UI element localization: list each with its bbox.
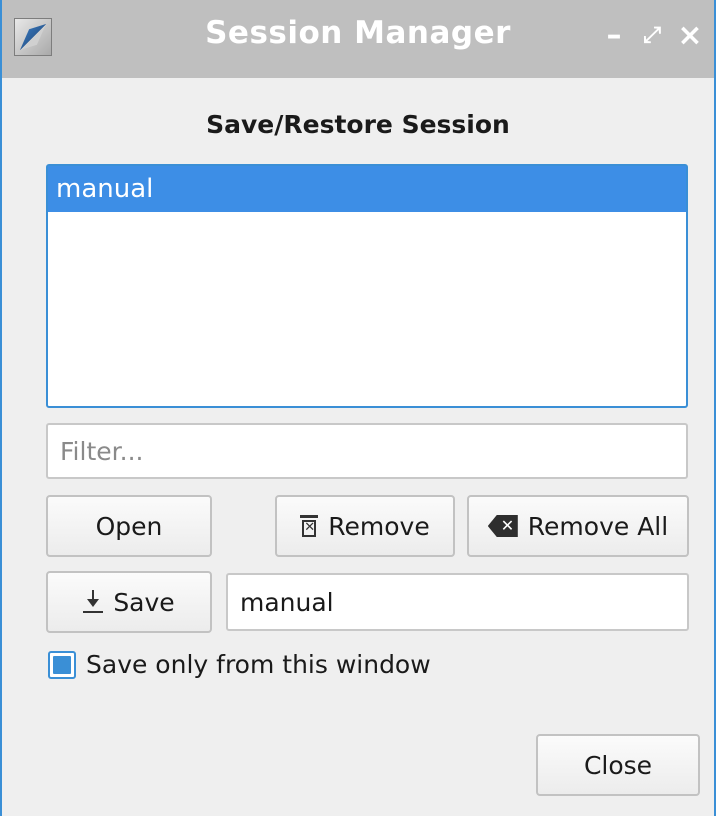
remove-all-button-label: Remove All [527, 511, 669, 541]
open-button-label: Open [95, 511, 163, 541]
save-only-window-option[interactable]: Save only from this window [48, 650, 431, 679]
save-button[interactable]: Save [46, 571, 212, 633]
close-button-label: Close [583, 750, 653, 780]
session-name-input[interactable] [228, 575, 632, 629]
save-only-window-checkbox[interactable] [48, 650, 76, 679]
save-button-label: Save [113, 587, 175, 617]
remove-button-label: Remove [328, 511, 430, 541]
titlebar[interactable]: Session Manager – ⤢ × [2, 0, 714, 78]
dialog-heading: Save/Restore Session [206, 110, 510, 139]
session-manager-window: Session Manager – ⤢ × Save/Restore Sessi… [0, 0, 716, 816]
maximize-button[interactable]: ⤢ [632, 16, 672, 56]
clear-input-button[interactable]: ✕ [646, 591, 672, 611]
remove-all-button[interactable]: ✕ Remove All [467, 495, 689, 557]
close-window-button[interactable]: × [670, 16, 710, 56]
session-list-item[interactable]: manual [48, 166, 686, 212]
save-only-window-label[interactable]: Save only from this window [86, 650, 431, 679]
download-icon [83, 590, 104, 614]
backspace-icon: ✕ [487, 515, 518, 537]
filter-input[interactable] [46, 423, 688, 479]
minimize-button[interactable]: – [594, 16, 634, 56]
close-button[interactable]: Close [536, 734, 700, 796]
remove-button[interactable]: ✕ Remove [275, 495, 455, 557]
session-name-field[interactable]: ✕ [226, 573, 689, 631]
trash-icon: ✕ [300, 515, 319, 537]
open-button[interactable]: Open [46, 495, 212, 557]
session-list[interactable]: manual [46, 164, 688, 408]
